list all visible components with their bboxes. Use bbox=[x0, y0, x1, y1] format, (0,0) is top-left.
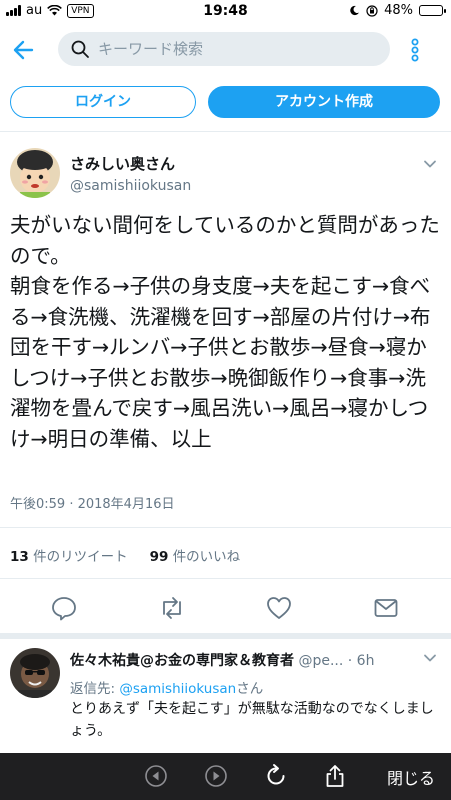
photo-avatar-image bbox=[10, 648, 60, 698]
chevron-down-icon[interactable] bbox=[422, 156, 438, 172]
tweet-stats: 13 件のリツイート 99 件のいいね bbox=[10, 545, 240, 565]
login-button[interactable]: ログイン bbox=[10, 86, 196, 118]
tweet-timestamp[interactable]: 午後0:59 · 2018年4月16日 bbox=[10, 493, 175, 512]
reply-prefix: 返信先: bbox=[70, 681, 120, 697]
tweet-author[interactable]: さみしい奥さん @samishiiokusan bbox=[70, 153, 191, 194]
battery-percent: 48% bbox=[384, 3, 413, 18]
reply-icon[interactable] bbox=[50, 594, 78, 622]
browser-back-icon[interactable] bbox=[143, 763, 169, 789]
reply-author-handle: @pe... bbox=[298, 653, 344, 669]
divider bbox=[0, 527, 451, 528]
reply-author-avatar[interactable] bbox=[10, 648, 60, 698]
reply-text: とりあえず「夫を起こす」が無駄な活動なのでなくしましょう。 bbox=[70, 701, 434, 739]
top-bar bbox=[0, 22, 451, 78]
browser-forward-icon[interactable] bbox=[203, 763, 229, 789]
reply-header[interactable]: 佐々木祐貴@お金の専門家＆教育者 @pe... · 6h bbox=[70, 650, 374, 670]
status-bar: au VPN 19:48 48% bbox=[0, 0, 451, 22]
like-count: 99 bbox=[149, 549, 169, 565]
like-label: 件のいいね bbox=[172, 549, 241, 565]
browser-toolbar: 閉じる bbox=[0, 753, 451, 800]
lock-rotation-icon bbox=[366, 4, 378, 17]
tweet-text: 夫がいない間何をしているのかと質問があったので。 朝食を作る→子供の身支度→夫を… bbox=[10, 213, 440, 451]
back-arrow-icon[interactable] bbox=[10, 36, 38, 64]
reply-time: · 6h bbox=[347, 653, 375, 669]
retweet-stat[interactable]: 13 件のリツイート bbox=[10, 545, 128, 565]
reply-author-name: 佐々木祐貴@お金の専門家＆教育者 bbox=[70, 653, 294, 669]
author-avatar[interactable] bbox=[10, 148, 60, 198]
alarm-icon bbox=[350, 5, 360, 16]
divider bbox=[0, 131, 451, 132]
signup-button[interactable]: アカウント作成 bbox=[208, 86, 440, 118]
chevron-down-icon[interactable] bbox=[422, 650, 438, 666]
close-button[interactable]: 閉じる bbox=[387, 765, 435, 789]
auth-buttons: ログイン アカウント作成 bbox=[10, 86, 442, 118]
cartoon-avatar-image bbox=[10, 148, 60, 198]
reply-to-line: 返信先: @samishiiokusanさん bbox=[70, 677, 263, 697]
battery-icon bbox=[419, 5, 446, 16]
more-vertical-icon[interactable] bbox=[406, 38, 424, 62]
author-name: さみしい奥さん bbox=[70, 155, 176, 173]
share-icon[interactable] bbox=[322, 763, 348, 789]
retweet-count: 13 bbox=[10, 549, 29, 565]
like-icon[interactable] bbox=[265, 594, 293, 622]
divider bbox=[0, 578, 451, 579]
reply-suffix: さん bbox=[236, 681, 264, 697]
search-icon bbox=[71, 40, 89, 58]
reload-icon[interactable] bbox=[263, 763, 289, 789]
retweet-label: 件のリツイート bbox=[33, 549, 128, 565]
tweet-actions bbox=[0, 590, 451, 626]
search-input[interactable] bbox=[98, 40, 378, 58]
author-handle: @samishiiokusan bbox=[70, 178, 192, 194]
section-separator bbox=[0, 633, 451, 639]
reply-mention-link[interactable]: @samishiiokusan bbox=[119, 681, 236, 697]
message-icon[interactable] bbox=[372, 594, 400, 622]
search-bar[interactable] bbox=[58, 32, 390, 66]
retweet-icon[interactable] bbox=[158, 594, 186, 622]
like-stat[interactable]: 99 件のいいね bbox=[150, 545, 241, 565]
status-right: 48% bbox=[349, 3, 446, 18]
